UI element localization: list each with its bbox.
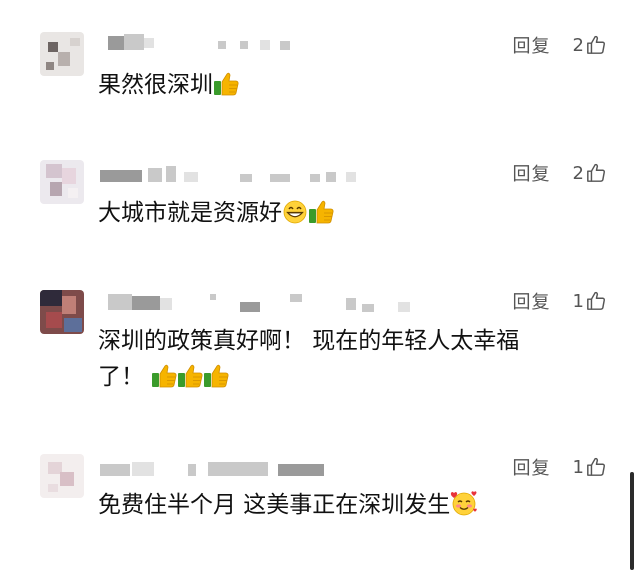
smiling-face-with-hearts-emoji-icon [451,491,478,516]
like-count: 1 [572,456,584,478]
comment-text: 免费住半个月 这美事正在深圳发生 [98,488,580,522]
username-blurred[interactable] [100,458,340,480]
comment-text-line-2: 了！ [98,364,144,390]
comment-text-content: 免费住半个月 这美事正在深圳发生 [98,492,451,518]
like-count: 1 [572,290,584,312]
comment-text-content: 果然很深圳 [98,72,213,98]
comment-actions: 回复 2 [513,160,606,186]
reply-button[interactable]: 回复 [513,32,551,58]
comment-text-line-2-row: 了！ [98,360,580,394]
like-count: 2 [572,34,584,56]
username-blurred[interactable] [100,164,370,186]
comment-text: 大城市就是资源好 [98,196,580,230]
username-blurred[interactable] [100,32,310,54]
thumbs-up-emoji-icon [308,200,334,224]
reply-button[interactable]: 回复 [513,454,551,480]
comment-actions: 回复 1 [513,454,606,480]
thumbs-up-emoji-icon [213,72,239,96]
reply-button[interactable]: 回复 [513,160,551,186]
scrollbar[interactable] [630,472,634,570]
comment-actions: 回复 1 [513,288,606,314]
grinning-face-emoji-icon [283,200,307,224]
like-thumb-icon[interactable] [586,35,606,55]
like-thumb-icon[interactable] [586,163,606,183]
comment-text: 深圳的政策真好啊！ 现在的年轻人太幸福 了！ [98,324,580,394]
avatar[interactable] [40,160,84,204]
like-thumb-icon[interactable] [586,291,606,311]
thumbs-up-emoji-icon [151,364,177,388]
comment-text-content: 大城市就是资源好 [98,200,282,226]
avatar[interactable] [40,454,84,498]
like-count: 2 [572,162,584,184]
avatar[interactable] [40,290,84,334]
username-blurred[interactable] [100,292,430,314]
comment-text: 果然很深圳 [98,68,580,102]
thumbs-up-emoji-icon [203,364,229,388]
comment-actions: 回复 2 [513,32,606,58]
avatar[interactable] [40,32,84,76]
like-thumb-icon[interactable] [586,457,606,477]
reply-button[interactable]: 回复 [513,288,551,314]
thumbs-up-emoji-icon [177,364,203,388]
comment-text-line-1: 深圳的政策真好啊！ 现在的年轻人太幸福 [98,328,520,354]
